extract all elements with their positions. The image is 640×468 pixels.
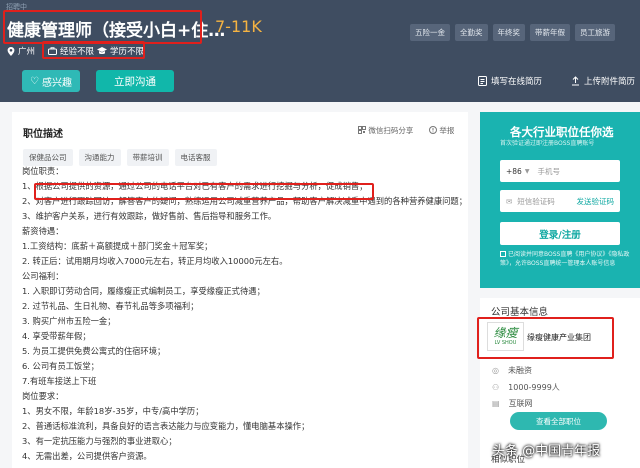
share-label: 微信扫码分享 <box>368 126 414 135</box>
title-highlight-box <box>3 10 202 44</box>
description-line: 1. 入职即订劳动合同，履缘瘦正式编制员工，享受缘瘦正式待遇； <box>22 286 265 296</box>
description-line: 公司福利： <box>22 271 64 281</box>
code-placeholder: 短信验证码 <box>517 196 555 206</box>
description-line: 4. 享受带薪年假； <box>22 331 91 341</box>
company-highlight-box <box>477 317 614 359</box>
phone-placeholder: 手机号 <box>537 166 560 176</box>
section-title: 职位描述 <box>23 129 63 140</box>
benefit-tag: 全勤奖 <box>455 24 488 41</box>
view-all-jobs-button[interactable]: 查看全部职位 <box>510 412 607 430</box>
funding-icon: ◎ <box>492 366 499 375</box>
country-code: +86 <box>506 166 522 176</box>
benefit-tag: 员工旅游 <box>575 24 615 41</box>
description-line: 2. 过节礼品、生日礼物、春节礼品等多项福利； <box>22 301 199 311</box>
description-text: 岗位职责： 1、根据公司提供的资源，通过公司的电话平台对已有客户的需求进行挖掘与… <box>22 164 462 464</box>
resume-icon <box>478 76 487 86</box>
chat-button[interactable]: 立即沟通 <box>96 70 174 92</box>
agreement-note: 已阅读并同意BOSS直聘《用户协议》《隐私政策》，允许BOSS直聘统一管理本人账… <box>500 250 630 268</box>
report-label: 举报 <box>439 126 455 135</box>
upload-resume-label: 上传附件简历 <box>584 77 636 87</box>
upload-resume-link[interactable]: 上传附件简历 <box>571 75 635 87</box>
online-resume-link[interactable]: 填写在线简历 <box>478 75 542 87</box>
login-register-button[interactable]: 登录/注册 <box>500 222 620 245</box>
phone-input[interactable]: +86 ▼ 手机号 <box>500 160 620 182</box>
description-line: 2、普通话标准流利，具备良好的语言表达能力与应变能力，懂电脑基本操作； <box>22 421 310 431</box>
interest-button[interactable]: ♡ 感兴趣 <box>22 70 80 92</box>
qrcode-icon <box>358 126 366 134</box>
benefit-tag: 五险一金 <box>410 24 450 41</box>
job-city: 广州 <box>7 45 35 57</box>
agreement-text: 已阅读并同意BOSS直聘《用户协议》《隐私政策》，允许BOSS直聘统一管理本人账… <box>500 251 630 267</box>
benefit-tag: 带薪年假 <box>530 24 570 41</box>
warning-icon <box>429 126 437 134</box>
description-line: 1.工资结构：底薪＋高额提成＋部门奖金＋冠军奖； <box>22 241 213 251</box>
message-icon: ✉ <box>506 196 513 206</box>
description-line: 3、有一定抗压能力与强烈的事业进取心； <box>22 436 177 446</box>
description-line: 岗位职责： <box>22 166 64 176</box>
funding-label: 未融资 <box>507 366 532 375</box>
description-line: 岗位要求： <box>22 391 64 401</box>
description-line: 1、男女不限，年龄18岁-35岁，中专/高中学历； <box>22 406 204 416</box>
online-resume-label: 填写在线简历 <box>491 77 543 87</box>
city-label: 广州 <box>18 47 36 57</box>
wechat-share-link[interactable]: 微信扫码分享 <box>358 125 413 136</box>
description-line: 3、维护客户关系，进行有效跟踪，做好售前、售后指导和服务工作。 <box>22 211 277 221</box>
watermark: 头条 @中国青年报 <box>492 444 601 459</box>
people-icon: ⚇ <box>492 383 500 392</box>
industry-label: 互联网 <box>508 399 533 408</box>
login-promo-card: 各大行业职位任你选 首次验证通过即注册BOSS直聘账号 +86 ▼ 手机号 ✉ … <box>480 112 640 288</box>
company-industry: ▤ 互联网 <box>492 398 533 409</box>
location-icon <box>7 46 15 56</box>
promo-subtitle: 首次验证通过即注册BOSS直聘账号 <box>500 140 595 147</box>
report-link[interactable]: 举报 <box>429 125 454 136</box>
description-line: 5. 为员工提供免费公寓式的住宿环境； <box>22 346 166 356</box>
description-line: 7.有班车接送上下班 <box>22 376 97 386</box>
description-line: 薪资待遇： <box>22 226 64 236</box>
job-description-panel: 职位描述 微信扫码分享 举报 保健品公司 沟通能力 带薪培训 电话客服 岗位职责… <box>12 112 468 468</box>
description-line: 2. 转正后：试用期月均收入7000元左右，转正月均收入10000元左右。 <box>22 256 288 266</box>
heart-icon: ♡ <box>30 75 39 87</box>
description-line: 3. 购买广州市五险一金； <box>22 316 116 326</box>
chevron-down-icon: ▼ <box>524 167 530 175</box>
agreement-checkbox[interactable] <box>500 251 506 257</box>
company-funding: ◎ 未融资 <box>492 365 532 376</box>
interest-label: 感兴趣 <box>41 77 72 89</box>
upload-icon <box>572 76 579 86</box>
description-line: 4、无需出差，公司提供客户资源。 <box>22 451 152 461</box>
benefit-tag: 年终奖 <box>492 24 525 41</box>
size-label: 1000-9999人 <box>508 383 560 392</box>
company-section-title: 公司基本信息 <box>491 307 549 318</box>
requirements-highlight-box <box>42 41 145 59</box>
salary: 7-11K <box>215 17 262 36</box>
description-line: 6. 公司有员工饭堂； <box>22 361 99 371</box>
sms-code-input[interactable]: ✉ 短信验证码 发送验证码 <box>500 190 620 212</box>
building-icon: ▤ <box>492 399 500 408</box>
send-code-button[interactable]: 发送验证码 <box>577 196 615 207</box>
benefit-tags: 五险一金 全勤奖 年终奖 带薪年假 员工旅游 <box>410 24 615 41</box>
company-size: ⚇ 1000-9999人 <box>492 382 560 393</box>
duty-highlight-box <box>34 183 374 200</box>
job-header: 招聘中 健康管理师（接受小白+住… 7-11K 广州 经验不限 学历不限 五险一… <box>0 0 640 102</box>
